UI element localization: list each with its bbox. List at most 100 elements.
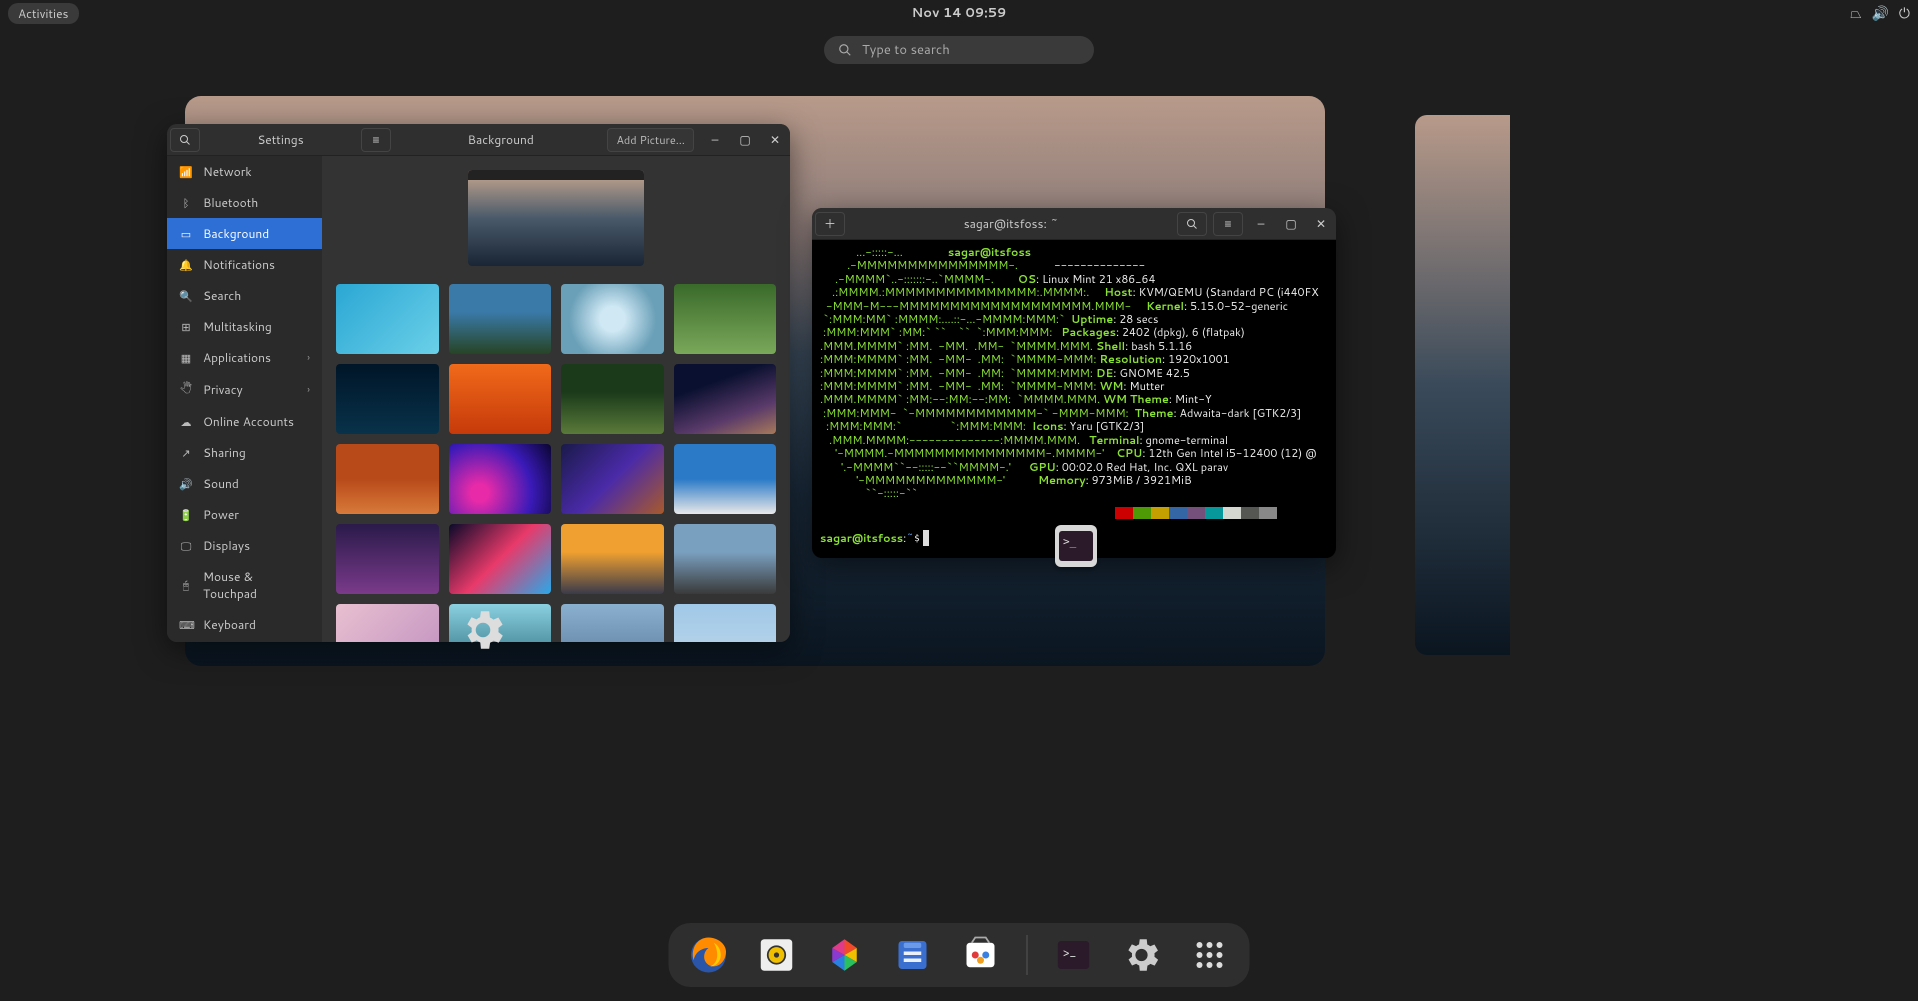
hamburger-menu-button[interactable]: ≡ <box>361 128 391 152</box>
wallpaper-option[interactable] <box>561 524 664 594</box>
wallpaper-option[interactable] <box>561 364 664 434</box>
background-panel <box>322 156 790 642</box>
sidebar-item-icon: 🖵 <box>179 538 193 554</box>
sidebar-item-icon: ▦ <box>179 350 193 366</box>
chevron-right-icon: › <box>307 383 310 397</box>
sidebar-item-displays[interactable]: 🖵 Displays <box>167 530 322 561</box>
system-tray: ⏢ 🔊 ⏻ <box>1850 3 1910 23</box>
sidebar-item-icon: ☁ <box>179 414 193 430</box>
sidebar-item-label: Multitasking <box>203 318 272 335</box>
wallpaper-option[interactable] <box>674 444 777 514</box>
wallpaper-option[interactable] <box>449 524 552 594</box>
workspace-thumbnail-2[interactable] <box>1415 115 1510 655</box>
sidebar-item-icon: ▭ <box>179 226 193 242</box>
dock-app-files[interactable] <box>891 933 935 977</box>
dock-app-software[interactable] <box>959 933 1003 977</box>
terminal-output[interactable]: ...-:::::-... sagar@itsfoss .-MMMMMMMMMM… <box>812 240 1336 558</box>
activities-button[interactable]: Activities <box>8 3 79 24</box>
sidebar-item-search[interactable]: 🔍 Search <box>167 280 322 311</box>
search-placeholder: Type to search <box>862 41 950 59</box>
sidebar-item-label: Keyboard <box>203 616 256 633</box>
sidebar-item-label: Notifications <box>203 256 275 273</box>
sidebar-search-button[interactable] <box>170 128 200 152</box>
volume-icon[interactable]: 🔊 <box>1871 3 1888 23</box>
network-icon[interactable]: ⏢ <box>1850 3 1861 23</box>
sidebar-item-keyboard[interactable]: ⌨ Keyboard <box>167 609 322 640</box>
dock-running-settings[interactable] <box>1120 933 1164 977</box>
settings-window: Settings ≡ Background Add Picture… – ▢ ✕… <box>167 124 790 642</box>
power-icon[interactable]: ⏻ <box>1899 3 1910 23</box>
wallpaper-option[interactable] <box>674 604 777 642</box>
settings-sidebar: 📶NetworkᛒBluetooth ▭ Background 🔔 Notificati… <box>167 156 322 642</box>
wallpaper-option[interactable] <box>674 364 777 434</box>
terminal-minimize-button[interactable]: – <box>1246 208 1276 240</box>
wallpaper-option[interactable] <box>449 444 552 514</box>
sidebar-item-mouse-touchpad[interactable]: 🖰Mouse & Touchpad <box>167 561 322 609</box>
terminal-window: ＋ sagar@itsfoss: ~ ≡ – ▢ ✕ ...-:::::-...… <box>812 208 1336 558</box>
dock-app-firefox[interactable] <box>687 933 731 977</box>
sidebar-item-online-accounts[interactable]: ☁Online Accounts <box>167 406 322 437</box>
sidebar-item-label: Privacy <box>203 381 243 398</box>
sidebar-item-icon: ⊞ <box>179 319 193 335</box>
wallpaper-option[interactable] <box>336 284 439 354</box>
overview-window-icon-settings[interactable] <box>458 605 508 655</box>
wallpaper-option[interactable] <box>674 524 777 594</box>
dock: >_ <box>669 923 1250 987</box>
terminal-headerbar: ＋ sagar@itsfoss: ~ ≡ – ▢ ✕ <box>812 208 1336 240</box>
sidebar-item-power[interactable]: 🔋Power <box>167 499 322 530</box>
sidebar-item-multitasking[interactable]: ⊞ Multitasking <box>167 311 322 342</box>
dock-show-apps[interactable] <box>1188 933 1232 977</box>
wallpaper-option[interactable] <box>336 444 439 514</box>
settings-headerbar: Settings ≡ Background Add Picture… – ▢ ✕ <box>167 124 790 156</box>
sidebar-item-notifications[interactable]: 🔔 Notifications <box>167 249 322 280</box>
terminal-maximize-button[interactable]: ▢ <box>1276 208 1306 240</box>
sidebar-item-label: Background <box>203 225 269 242</box>
sidebar-item-label: Mouse & Touchpad <box>203 568 310 602</box>
terminal-menu-button[interactable]: ≡ <box>1213 212 1243 236</box>
terminal-color-swatches <box>1097 507 1328 519</box>
sidebar-item-label: Network <box>203 163 252 180</box>
add-picture-button[interactable]: Add Picture… <box>607 128 694 152</box>
wallpaper-option[interactable] <box>449 284 552 354</box>
top-panel: Activities Nov 14 09:59 ⏢ 🔊 ⏻ <box>0 0 1918 26</box>
sidebar-item-sharing[interactable]: ↗Sharing <box>167 437 322 468</box>
terminal-search-button[interactable] <box>1177 212 1207 236</box>
dock-separator <box>1027 935 1028 975</box>
wallpaper-option[interactable] <box>561 284 664 354</box>
sidebar-item-privacy[interactable]: 🖑Privacy› <box>167 373 322 406</box>
sidebar-item-label: Sound <box>203 475 239 492</box>
sidebar-item-background[interactable]: ▭ Background <box>167 218 322 249</box>
window-maximize-button[interactable]: ▢ <box>730 124 760 156</box>
new-tab-button[interactable]: ＋ <box>815 212 845 236</box>
sidebar-item-label: Sharing <box>203 444 246 461</box>
wallpaper-grid <box>336 284 776 642</box>
overview-search[interactable]: Type to search <box>824 36 1094 64</box>
settings-sidebar-title: Settings <box>203 131 358 148</box>
wallpaper-option[interactable] <box>561 444 664 514</box>
sidebar-item-sound[interactable]: 🔊Sound <box>167 468 322 499</box>
wallpaper-option[interactable] <box>561 604 664 642</box>
wallpaper-option[interactable] <box>449 364 552 434</box>
sidebar-item-network[interactable]: 📶Network <box>167 156 322 187</box>
dock-app-rhythmbox[interactable] <box>755 933 799 977</box>
overview-window-icon-terminal[interactable]: >_ <box>1055 525 1097 567</box>
wallpaper-option[interactable] <box>336 604 439 642</box>
sidebar-item-icon: 🔔 <box>179 257 193 273</box>
sidebar-item-label: Displays <box>203 537 250 554</box>
window-close-button[interactable]: ✕ <box>760 124 790 156</box>
sidebar-item-printers[interactable]: 🖨Printers <box>167 640 322 642</box>
wallpaper-option[interactable] <box>336 524 439 594</box>
sidebar-item-applications[interactable]: ▦Applications› <box>167 342 322 373</box>
wallpaper-option[interactable] <box>674 284 777 354</box>
sidebar-item-icon: 🔍 <box>179 288 193 304</box>
terminal-close-button[interactable]: ✕ <box>1306 208 1336 240</box>
window-minimize-button[interactable]: – <box>700 124 730 156</box>
clock[interactable]: Nov 14 09:59 <box>912 4 1007 22</box>
current-wallpaper-preview[interactable] <box>468 170 644 266</box>
dock-running-terminal[interactable]: >_ <box>1052 933 1096 977</box>
dock-app-photos[interactable] <box>823 933 867 977</box>
sidebar-item-bluetooth[interactable]: ᛒBluetooth <box>167 187 322 218</box>
sidebar-item-label: Search <box>203 287 241 304</box>
wallpaper-option[interactable] <box>336 364 439 434</box>
sidebar-item-icon: ⌨ <box>179 617 193 633</box>
